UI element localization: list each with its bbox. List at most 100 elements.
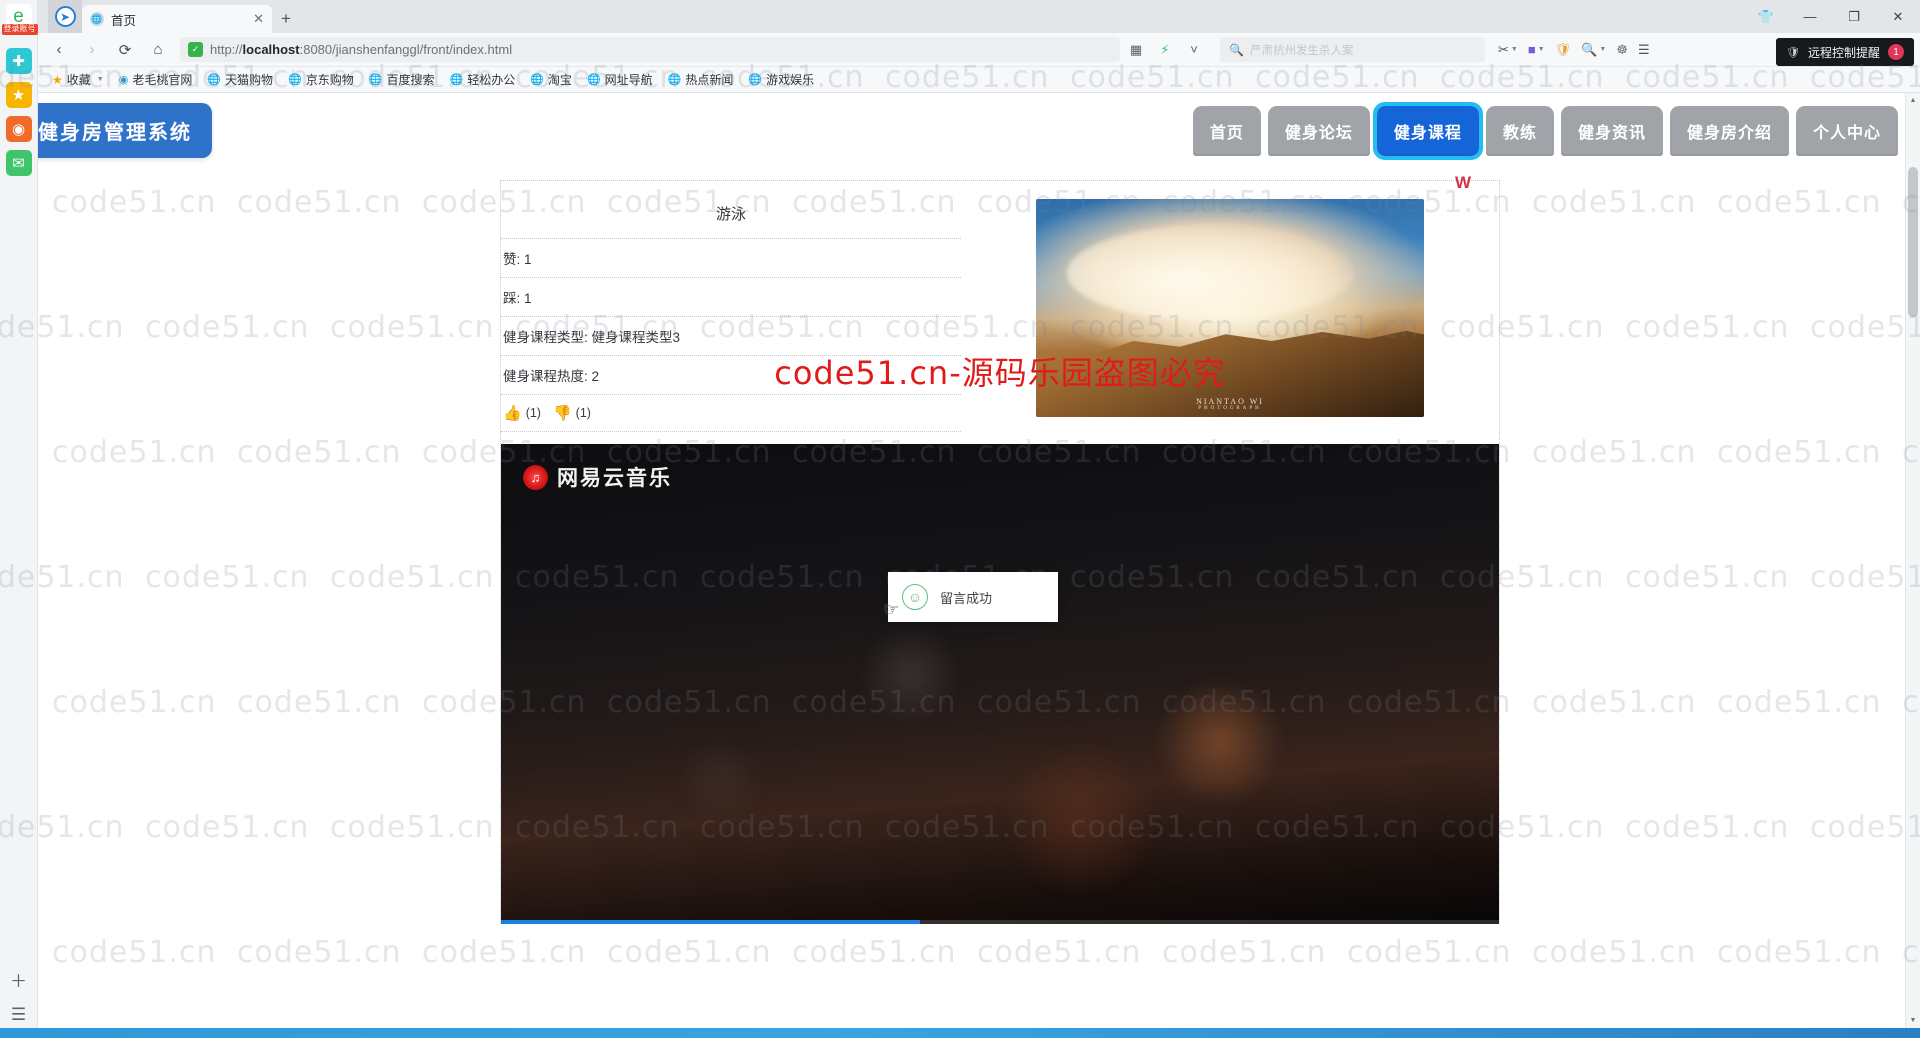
photo-cloud — [1067, 225, 1355, 322]
detail-media: NIANTAO WI PHOTOGRAPH — [961, 187, 1499, 432]
new-tab-button[interactable]: + — [272, 5, 300, 33]
site-logo[interactable]: 健身房管理系统 — [18, 103, 212, 158]
detail-body: 游泳 赞: 1 踩: 1 健身课程类型: 健身课程类型3 健身课程热度: 2 👍… — [501, 187, 1499, 432]
nav-item-courses[interactable]: 健身课程 — [1372, 101, 1483, 160]
lightning-icon: ⚡ — [1160, 41, 1170, 57]
nav-item-profile[interactable]: 个人中心 — [1795, 105, 1898, 156]
shield-guard-icon: 🛡 — [1554, 41, 1572, 57]
bookmark-label: 淘宝 — [547, 73, 572, 87]
dock-add-button[interactable]: ＋ — [6, 966, 32, 992]
theme-button[interactable]: ■ ▼ — [1524, 37, 1549, 63]
globe-icon: 🌐 — [586, 74, 601, 86]
shield-icon: 🛡 — [1786, 46, 1800, 59]
back-button[interactable]: ‹ — [44, 36, 74, 64]
tab-home[interactable]: 🌐 首页 ✕ — [82, 5, 272, 33]
speed-button[interactable]: ⚡ — [1152, 37, 1178, 63]
bookmark-taobao[interactable]: 🌐 淘宝 — [524, 69, 578, 90]
nav-item-coach[interactable]: 教练 — [1485, 105, 1554, 156]
scissors-icon: ✂ — [1498, 41, 1509, 57]
dock-item-health-icon[interactable]: ✚ — [5, 48, 32, 74]
video-progress-fill — [501, 920, 921, 924]
dock-item-ie-browser-icon[interactable]: e 登录账号 — [1, 4, 38, 35]
bookmark-office[interactable]: 🌐 轻松办公 — [444, 69, 522, 90]
course-photo: NIANTAO WI PHOTOGRAPH — [1036, 199, 1424, 417]
nav-item-home[interactable]: 首页 — [1192, 105, 1261, 156]
netease-music-label: 网易云音乐 — [557, 467, 672, 490]
bookmark-baidu[interactable]: 🌐 百度搜索 — [363, 69, 441, 90]
download-button[interactable]: ˅ — [1181, 37, 1207, 63]
reload-button[interactable]: ⟳ — [110, 36, 140, 64]
mouse-cursor: ☞ — [884, 600, 900, 619]
dock-item-favorites-icon[interactable]: ★ — [5, 82, 32, 108]
video-progress-bar[interactable] — [501, 920, 1499, 924]
course-title: 游泳 — [715, 206, 746, 223]
scroll-up-button[interactable]: ▲ — [1906, 93, 1920, 108]
bookmark-label: 热点新闻 — [685, 73, 734, 87]
bookmark-tmall[interactable]: 🌐 天猫购物 — [201, 69, 279, 90]
maximize-button[interactable]: ❐ — [1832, 0, 1876, 33]
triangle-up-icon: ▲ — [1909, 97, 1917, 104]
thumbs-down-icon[interactable]: 👎 — [553, 404, 572, 422]
chevron-down-icon: ▼ — [1599, 46, 1607, 53]
site-header: 健身房管理系统 首页 健身论坛 健身课程 教练 健身资讯 健身房介绍 个人中心 — [0, 93, 1920, 168]
toast-message: 留言成功 — [940, 590, 993, 606]
detail-row-course-type: 健身课程类型: 健身课程类型3 — [501, 316, 961, 355]
scroll-down-button[interactable]: ▼ — [1906, 1013, 1920, 1028]
navigator-icon: ➤ — [54, 6, 76, 27]
bookmark-games[interactable]: 🌐 游戏娱乐 — [742, 69, 820, 90]
find-button[interactable]: 🔍 ▼ — [1577, 37, 1610, 63]
screenshot-button[interactable]: ✂ ▼ — [1494, 37, 1522, 63]
dock-item-mail-icon[interactable]: ✉ — [5, 150, 32, 176]
photo-credit: NIANTAO WI PHOTOGRAPH — [1036, 397, 1424, 411]
bookmark-favorites[interactable]: ★ 收藏 ▼ — [46, 69, 110, 90]
search-icon: 🔍 — [1229, 42, 1244, 57]
favorites-star-icon: ★ — [11, 87, 26, 104]
browser-menu-button[interactable]: ☰ — [1634, 37, 1654, 63]
dock-item-weibo-icon[interactable]: ◉ — [5, 116, 32, 142]
windows-taskbar[interactable] — [0, 1028, 1920, 1038]
video-block: ♫ 网易云音乐 — [500, 432, 1500, 924]
photo-credit-sub: PHOTOGRAPH — [1198, 406, 1262, 411]
globe-icon: 🌐 — [530, 74, 544, 86]
nav-item-gym-intro[interactable]: 健身房介绍 — [1669, 105, 1789, 156]
bookmark-laomaotao[interactable]: ◉ 老毛桃官网 — [113, 69, 199, 90]
mail-icon: ✉ — [12, 155, 25, 172]
minimize-button[interactable]: — — [1788, 0, 1832, 33]
url-input[interactable]: ✓ http://localhost:8080/jianshenfanggl/f… — [180, 37, 1120, 62]
tab-strip: ➤ 🌐 首页 ✕ + 👕 — ❐ ✕ — [38, 0, 1920, 33]
shirt-icon: 👕 — [1757, 8, 1775, 24]
thumbs-up-icon[interactable]: 👍 — [503, 404, 522, 422]
detail-row-popularity: 健身课程热度: 2 — [501, 355, 961, 394]
remote-control-notice[interactable]: 🛡 远程控制提醒 1 — [1776, 38, 1914, 66]
forward-button[interactable]: › — [77, 36, 107, 64]
home-button[interactable]: ⌂ — [143, 36, 173, 64]
close-window-button[interactable]: ✕ — [1876, 0, 1920, 33]
extensions-button[interactable]: ☸ — [1612, 37, 1632, 63]
scrollbar-thumb[interactable] — [1908, 167, 1918, 317]
maximize-icon: ❐ — [1848, 8, 1860, 24]
close-icon[interactable]: ✕ — [253, 11, 264, 27]
globe-icon: 🌐 — [449, 74, 464, 86]
qr-code-button[interactable]: ▦ — [1123, 37, 1149, 63]
page-scrollbar[interactable]: ▲ ▼ — [1905, 93, 1920, 1028]
video-player[interactable]: ♫ 网易云音乐 — [501, 444, 1499, 924]
globe-icon: 🌐 — [90, 12, 104, 26]
dock-list-button[interactable]: ☰ — [6, 1002, 32, 1028]
bookmark-nav[interactable]: 🌐 网址导航 — [581, 69, 659, 90]
plus-icon: + — [281, 9, 291, 28]
vote-row: 👍 (1) 👎 (1) — [501, 394, 961, 432]
nav-item-forum[interactable]: 健身论坛 — [1267, 105, 1370, 156]
bookmark-jd[interactable]: 🌐 京东购物 — [282, 69, 360, 90]
toast-notification: ☺ 留言成功 — [888, 572, 1058, 622]
browser-app-button[interactable]: ➤ — [48, 0, 82, 33]
address-bar: ‹ › ⟳ ⌂ ✓ http://localhost:8080/jianshen… — [38, 33, 1920, 67]
video-frame-content — [501, 444, 1499, 924]
security-button[interactable]: 🛡 — [1551, 37, 1576, 63]
reload-icon: ⟳ — [118, 41, 132, 59]
menu-icon: ☰ — [1637, 41, 1650, 57]
search-input[interactable]: 🔍 严肃杭州发生杀人案 — [1220, 37, 1485, 62]
bookmark-news[interactable]: 🌐 热点新闻 — [662, 69, 740, 90]
nav-item-news[interactable]: 健身资讯 — [1560, 105, 1663, 156]
skin-button[interactable]: 👕 — [1744, 0, 1788, 33]
globe-icon: 🌐 — [207, 74, 222, 86]
